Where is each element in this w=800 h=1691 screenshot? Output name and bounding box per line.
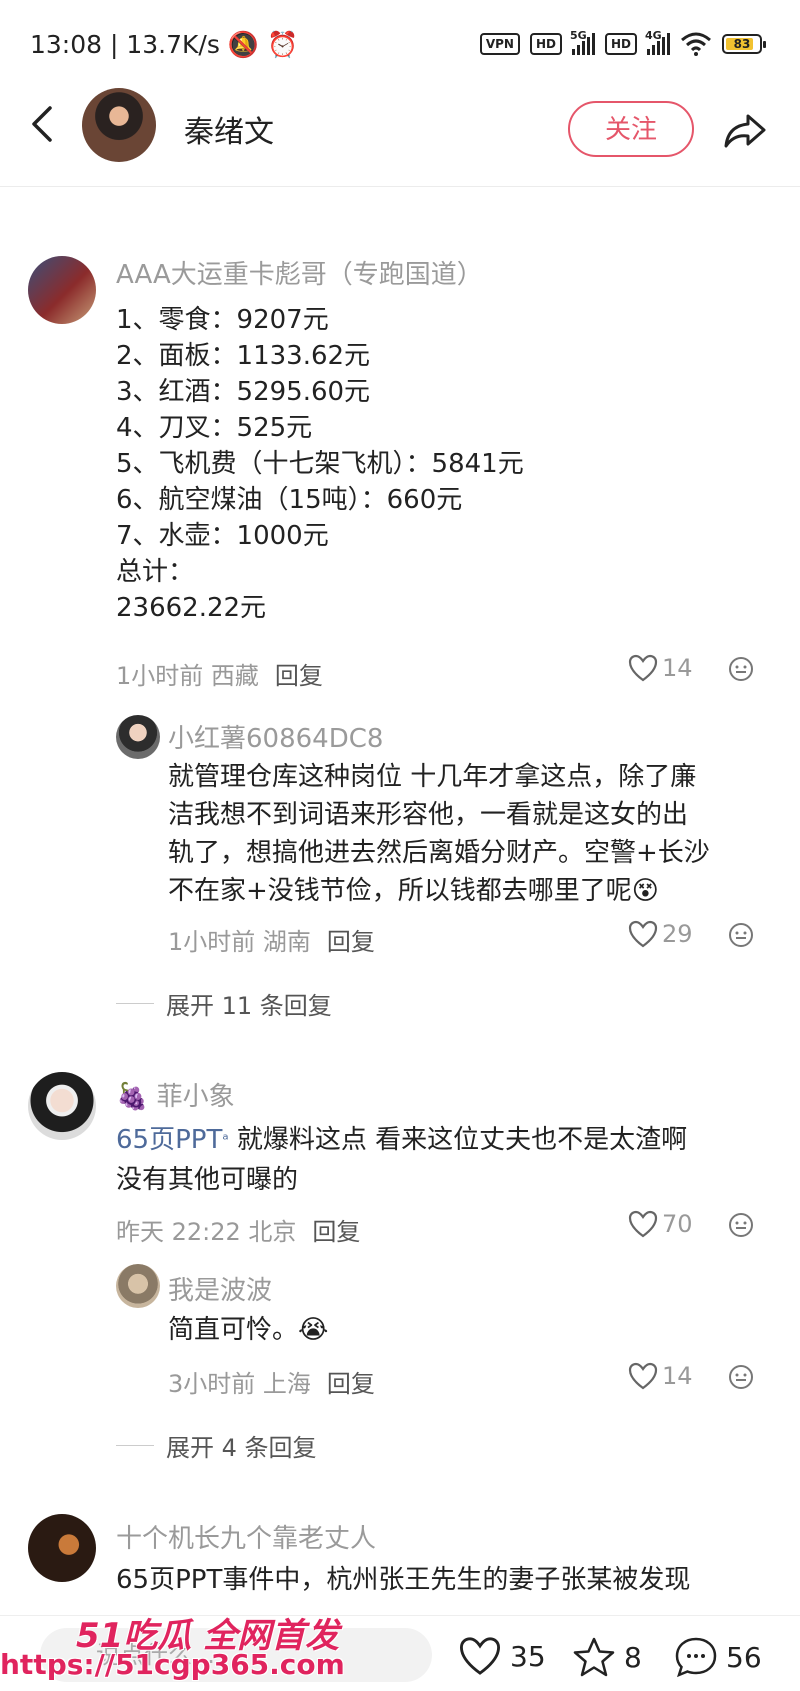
heart-icon [628, 920, 658, 948]
alarm-icon: ⏰ [266, 30, 299, 59]
reply-line: 轨了，想搞他进去然后离婚分财产。空警+长沙 [168, 838, 710, 868]
reply-user-name[interactable]: 小红薯60864DC8 [168, 718, 383, 755]
status-icons: VPN HD 5G HD 4G 83 [479, 29, 766, 56]
heart-icon [628, 1210, 658, 1238]
heart-icon [459, 1637, 501, 1675]
comment-meta: 1小时前 西藏 回复 [116, 656, 323, 691]
comment-line: 没有其他可曝的 [116, 1165, 299, 1195]
commenter-name[interactable]: 🍇 菲小象 [116, 1076, 235, 1113]
reply-avatar[interactable] [116, 1264, 160, 1308]
reply-button[interactable]: 回复 [327, 928, 375, 956]
comment-time: 昨天 22:22 北京 [116, 1218, 297, 1246]
reply-line: 就管理仓库这种岗位 十几年才拿这点，除了廉 [168, 762, 697, 792]
comment-time: 1小时前 西藏 [116, 662, 259, 690]
hd-badge: HD [529, 33, 562, 55]
reply-text: 简直可怜。😭 [168, 1315, 329, 1345]
share-icon[interactable] [722, 108, 768, 154]
comment-text: 65页PPTᵃ 就爆料这点 看来这位丈夫也不是太渣啊 没有其他可曝的 [116, 1120, 687, 1200]
like-count: 29 [662, 920, 693, 948]
reply-time: 3小时前 上海 [168, 1370, 311, 1398]
commenter-avatar[interactable] [28, 1072, 96, 1140]
comment-line: 3、红酒：5295.60元 [116, 377, 371, 407]
post-like-count: 35 [510, 1639, 546, 1673]
reply-meta: 3小时前 上海 回复 [168, 1364, 375, 1399]
expand-label: 展开 4 条回复 [166, 1434, 317, 1462]
post-comment-button[interactable]: 56 [674, 1636, 762, 1678]
like-count: 70 [662, 1210, 693, 1238]
topic-tag[interactable]: 65页PPT [116, 1125, 222, 1155]
watermark-url: https://51cgp365.com [0, 1648, 345, 1681]
commenter-name[interactable]: AAA大运重卡彪哥（专跑国道） [116, 254, 483, 291]
comment-text: 65页PPT事件中，杭州张王先生的妻子张某被发现 [116, 1565, 691, 1595]
comment-line: 5、飞机费（十七架飞机）：5841元 [116, 449, 524, 479]
comment-line: 7、水壶：1000元 [116, 521, 329, 551]
post-star-count: 8 [624, 1640, 642, 1674]
commenter-avatar[interactable] [28, 1514, 96, 1582]
vpn-badge: VPN [479, 33, 520, 55]
shocked-emoji-icon: 😵 [631, 876, 659, 906]
follow-button[interactable]: 关注 [568, 101, 694, 157]
post-star-button[interactable]: 8 [572, 1636, 642, 1678]
comment-line: 4、刀叉：525元 [116, 413, 313, 443]
post-comment-count: 56 [726, 1640, 762, 1674]
like-button[interactable]: 14 [628, 1362, 693, 1390]
reply-avatar[interactable] [116, 715, 160, 759]
hd-badge-2: HD [604, 33, 637, 55]
comment-bubble-icon [675, 1637, 717, 1678]
author-name[interactable]: 秦绪文 [184, 107, 274, 151]
author-avatar[interactable] [82, 88, 156, 162]
emoji-react-icon[interactable] [728, 922, 754, 948]
like-button[interactable]: 29 [628, 920, 693, 948]
emoji-react-icon[interactable] [728, 1364, 754, 1390]
commenter-avatar[interactable] [28, 256, 96, 324]
reply-line: 洁我想不到词语来形容他，一看就是这女的出 [168, 800, 689, 830]
comment-text: 1、零食：9207元 2、面板：1133.62元 3、红酒：5295.60元 4… [116, 302, 524, 626]
comment-line: 65页PPTᵃ 就爆料这点 看来这位丈夫也不是太渣啊 [116, 1125, 688, 1155]
emoji-react-icon[interactable] [728, 656, 754, 682]
header-divider [0, 186, 800, 187]
signal-4g-icon: 4G [645, 29, 670, 55]
reply-button[interactable]: 回复 [327, 1370, 375, 1398]
search-topic-icon: ᵃ [222, 1130, 229, 1149]
like-count: 14 [662, 1362, 693, 1390]
heart-icon [628, 654, 658, 682]
star-icon [573, 1637, 615, 1677]
comment-line: 2、面板：1133.62元 [116, 341, 371, 371]
reply-user-name[interactable]: 我是波波 [168, 1270, 272, 1307]
expand-line [116, 1445, 154, 1446]
status-time: 13:08 | 13.7K/s 🔕 ⏰ [30, 30, 299, 59]
comment-line: 总计： [116, 557, 195, 587]
post-like-button[interactable]: 35 [458, 1636, 546, 1676]
like-button[interactable]: 14 [628, 654, 693, 682]
comment-meta: 昨天 22:22 北京 回复 [116, 1212, 360, 1247]
battery-icon: 83 [722, 34, 766, 54]
commenter-name[interactable]: 十个机长九个靠老丈人 [116, 1518, 376, 1555]
wifi-icon [681, 32, 711, 56]
comment-line: 6、航空煤油（15吨）：660元 [116, 485, 463, 515]
reply-text: 就管理仓库这种岗位 十几年才拿这点，除了廉 洁我想不到词语来形容他，一看就是这女… [168, 758, 710, 910]
signal-5g-icon: 5G [570, 29, 595, 55]
expand-replies[interactable]: 展开 4 条回复 [116, 1428, 317, 1463]
comment-line: 23662.22元 [116, 593, 267, 623]
emoji-react-icon[interactable] [728, 1212, 754, 1238]
like-button[interactable]: 70 [628, 1210, 693, 1238]
expand-replies[interactable]: 展开 11 条回复 [116, 986, 332, 1021]
heart-icon [628, 1362, 658, 1390]
reply-time: 1小时前 湖南 [168, 928, 311, 956]
reply-button[interactable]: 回复 [275, 662, 323, 690]
expand-label: 展开 11 条回复 [166, 992, 332, 1020]
reply-line: 不在家+没钱节俭，所以钱都去哪里了呢😵 [168, 876, 659, 906]
mute-bell-icon: 🔕 [227, 30, 259, 59]
back-arrow-icon[interactable] [24, 104, 64, 144]
like-count: 14 [662, 654, 693, 682]
comment-line: 1、零食：9207元 [116, 305, 329, 335]
reply-button[interactable]: 回复 [312, 1218, 360, 1246]
reply-meta: 1小时前 湖南 回复 [168, 922, 375, 957]
expand-line [116, 1003, 154, 1004]
